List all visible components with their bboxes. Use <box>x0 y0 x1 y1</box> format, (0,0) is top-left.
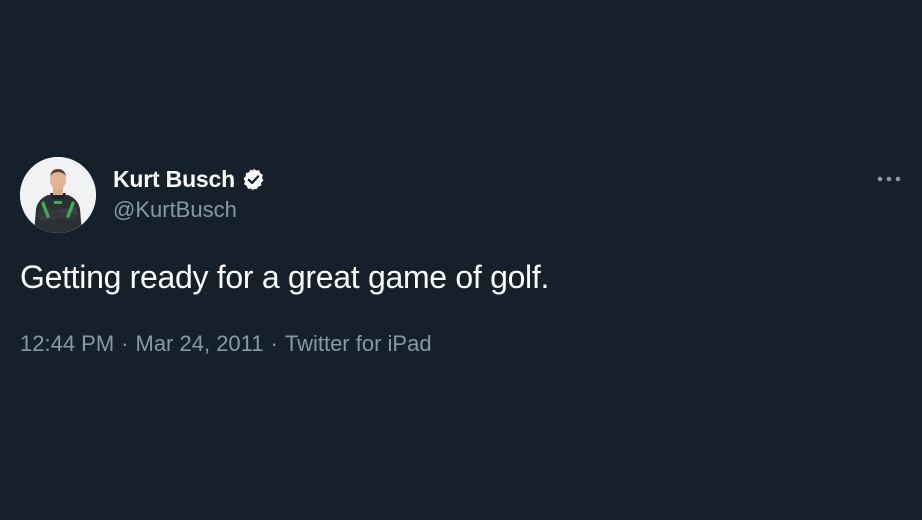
tweet-text: Getting ready for a great game of golf. <box>20 259 550 295</box>
tweet-time[interactable]: 12:44 PM <box>20 331 114 356</box>
display-name[interactable]: Kurt Busch <box>113 166 235 193</box>
more-options-icon[interactable] <box>874 170 904 188</box>
name-row: Kurt Busch <box>113 164 266 194</box>
tweet-card: Kurt Busch @KurtBusch Getting ready for … <box>0 0 922 520</box>
user-handle[interactable]: @KurtBusch <box>113 197 237 223</box>
separator: · <box>121 331 129 356</box>
avatar-image <box>20 157 96 233</box>
avatar[interactable] <box>20 157 96 233</box>
verified-badge-icon <box>241 167 266 192</box>
tweet-source[interactable]: Twitter for iPad <box>285 331 432 356</box>
tweet-metadata: 12:44 PM · Mar 24, 2011 · Twitter for iPad <box>20 331 432 357</box>
tweet-date[interactable]: Mar 24, 2011 <box>136 331 264 356</box>
separator: · <box>270 331 278 356</box>
